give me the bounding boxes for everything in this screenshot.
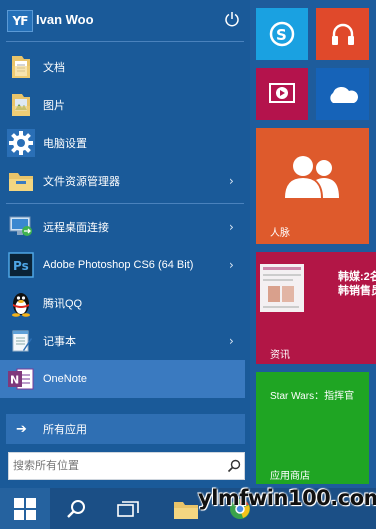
svg-text:Ps: Ps: [13, 259, 29, 273]
tile-people[interactable]: 人脉: [256, 128, 369, 244]
search-box[interactable]: [8, 452, 245, 480]
all-apps-button[interactable]: ➔ 所有应用: [6, 414, 245, 444]
task-view-button[interactable]: [108, 488, 148, 529]
arrow-right-icon: ➔: [16, 421, 27, 437]
power-icon[interactable]: [224, 11, 240, 27]
cloud-icon: [330, 86, 358, 103]
chevron-right-icon[interactable]: ›: [229, 220, 234, 234]
watermark-text: ylmfwin100.com: [198, 486, 376, 510]
divider: [6, 41, 244, 42]
app-item-documents[interactable]: 文档: [0, 48, 245, 86]
start-button[interactable]: [0, 488, 50, 529]
tile-news[interactable]: 韩媒:2名 韩销售员 资讯: [256, 252, 376, 364]
start-menu-left-pane: YF Ivan Woo 文档 图片 电脑设置 文件资源管理器 › 远程桌面连接 …: [0, 0, 250, 488]
avatar[interactable]: YF: [7, 10, 33, 32]
file-explorer-icon: [7, 167, 35, 195]
video-play-icon: [269, 83, 295, 103]
app-item-file-explorer[interactable]: 文件资源管理器 ›: [0, 162, 245, 200]
app-item-onenote[interactable]: N OneNote: [0, 360, 245, 398]
tile-skype[interactable]: S: [256, 8, 308, 60]
app-label: 图片: [43, 100, 65, 112]
folder-documents-icon: [7, 53, 35, 81]
search-icon[interactable]: [227, 459, 241, 473]
store-headline: Star Wars：指挥官: [270, 391, 355, 402]
user-name[interactable]: Ivan Woo: [36, 12, 94, 27]
app-label: 记事本: [43, 336, 76, 348]
gear-icon: [7, 129, 35, 157]
remote-desktop-icon: [7, 213, 35, 241]
file-explorer-icon: [174, 501, 198, 519]
app-item-remote-desktop[interactable]: 远程桌面连接 ›: [0, 208, 245, 246]
divider: [6, 203, 244, 204]
tile-music[interactable]: [316, 8, 369, 60]
search-icon: [67, 499, 85, 518]
chevron-right-icon[interactable]: ›: [229, 334, 234, 348]
chevron-right-icon[interactable]: ›: [229, 174, 234, 188]
app-item-qq[interactable]: 腾讯QQ: [0, 284, 245, 322]
tile-label: 资讯: [270, 350, 290, 361]
svg-text:N: N: [10, 374, 19, 387]
tile-label: 应用商店: [270, 471, 310, 482]
windows-logo-icon: [14, 497, 36, 520]
folder-pictures-icon: [7, 91, 35, 119]
news-thumbnail: [260, 264, 304, 312]
app-label: 远程桌面连接: [43, 222, 109, 234]
app-item-notepad[interactable]: 记事本 ›: [0, 322, 245, 360]
tile-onedrive[interactable]: [316, 68, 369, 120]
headphones-icon: [332, 23, 354, 45]
people-icon: [285, 156, 339, 198]
task-view-icon: [117, 500, 139, 517]
news-headline: 韩媒:2名 韩销售员: [338, 271, 376, 297]
tile-label: 人脉: [270, 228, 290, 239]
app-label: 电脑设置: [43, 138, 87, 150]
app-label: 腾讯QQ: [43, 298, 83, 310]
app-item-pictures[interactable]: 图片: [0, 86, 245, 124]
photoshop-icon: Ps: [7, 251, 35, 279]
skype-icon: S: [269, 21, 295, 47]
app-item-pc-settings[interactable]: 电脑设置: [0, 124, 245, 162]
notepad-icon: [7, 327, 35, 355]
app-label: 文档: [43, 62, 65, 74]
qq-penguin-icon: [7, 289, 35, 317]
app-label: OneNote: [43, 373, 88, 385]
chevron-right-icon[interactable]: ›: [229, 258, 234, 272]
tile-store[interactable]: Star Wars：指挥官 应用商店: [256, 372, 369, 484]
taskbar-search-button[interactable]: [56, 488, 96, 529]
all-apps-label: 所有应用: [43, 423, 87, 436]
onenote-icon: N: [7, 365, 35, 393]
start-menu: YF Ivan Woo 文档 图片 电脑设置 文件资源管理器 › 远程桌面连接 …: [0, 0, 376, 488]
search-input[interactable]: [13, 457, 218, 475]
app-item-photoshop[interactable]: Ps Adobe Photoshop CS6 (64 Bit) ›: [0, 246, 245, 284]
app-label: Adobe Photoshop CS6 (64 Bit): [43, 259, 194, 271]
app-label: 文件资源管理器: [43, 176, 120, 188]
user-account-bar[interactable]: YF Ivan Woo: [0, 0, 250, 40]
svg-text:S: S: [276, 26, 287, 44]
tile-video[interactable]: [256, 68, 308, 120]
